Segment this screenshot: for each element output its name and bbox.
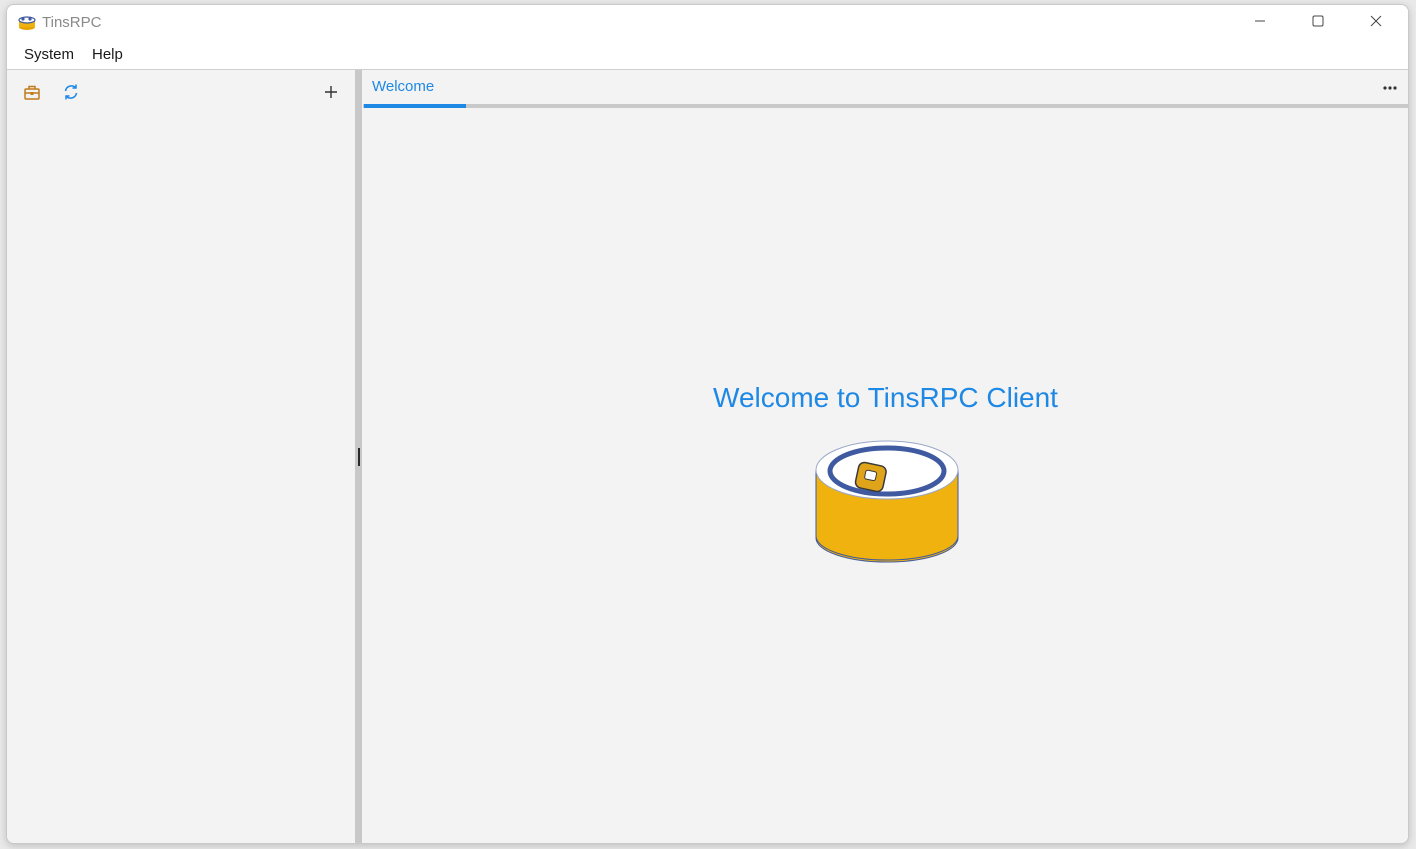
more-icon <box>1382 78 1398 94</box>
close-button[interactable] <box>1347 5 1405 41</box>
tin-can-icon <box>17 15 37 31</box>
toolbox-button[interactable] <box>20 82 44 106</box>
menu-bar: System Help <box>7 41 1408 70</box>
splitter-grip[interactable] <box>358 448 360 466</box>
tab-strip: Welcome <box>363 70 1408 108</box>
tin-can-logo <box>813 438 961 568</box>
refresh-icon <box>62 83 80 106</box>
pane-splitter[interactable] <box>355 70 362 843</box>
window-title: TinsRPC <box>42 14 102 31</box>
tab-welcome-label: Welcome <box>372 78 435 95</box>
tab-welcome[interactable]: Welcome <box>364 70 466 108</box>
app-window: TinsRPC System Help Welcome Welcome to T… <box>6 4 1409 844</box>
toolbox-icon <box>23 83 41 106</box>
minimize-icon <box>1254 14 1266 32</box>
minimize-button[interactable] <box>1231 5 1289 41</box>
active-tab-indicator <box>364 104 466 108</box>
close-icon <box>1370 14 1382 32</box>
tab-more-button[interactable] <box>1378 76 1402 96</box>
add-button[interactable] <box>319 82 343 106</box>
welcome-title: Welcome to TinsRPC Client <box>713 382 1058 413</box>
refresh-button[interactable] <box>59 82 83 106</box>
main-pane: Welcome Welcome to TinsRPC Client <box>363 70 1408 843</box>
sidebar <box>7 70 355 843</box>
maximize-icon <box>1312 14 1324 32</box>
title-bar[interactable]: TinsRPC <box>7 5 1408 41</box>
maximize-button[interactable] <box>1289 5 1347 41</box>
plus-icon <box>324 85 338 104</box>
menu-help[interactable]: Help <box>92 46 123 63</box>
menu-system[interactable]: System <box>24 46 74 63</box>
